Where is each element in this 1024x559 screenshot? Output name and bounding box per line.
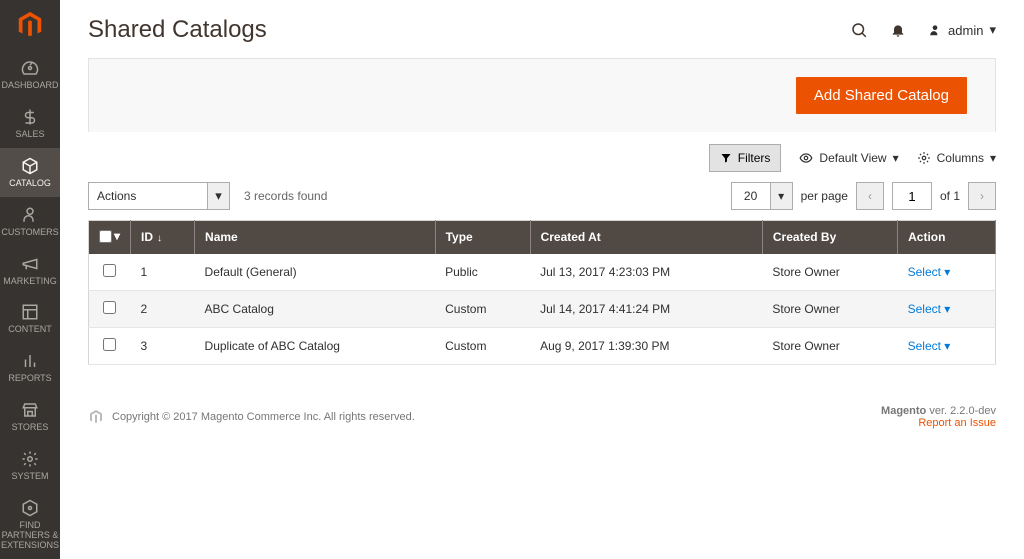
person-icon: [20, 205, 40, 225]
cell-id: 3: [131, 327, 195, 364]
layout-icon: [20, 302, 40, 322]
gear-icon: [20, 449, 40, 469]
chevron-down-icon: ▾: [989, 22, 996, 38]
nav-stores[interactable]: STORES: [0, 392, 60, 441]
cell-created-by: Store Owner: [762, 290, 897, 327]
bulk-actions-toggle[interactable]: ▾: [208, 182, 230, 210]
dollar-icon: [20, 107, 40, 127]
nav-reports[interactable]: REPORTS: [0, 343, 60, 392]
records-found: 3 records found: [244, 189, 327, 203]
nav-content[interactable]: CONTENT: [0, 294, 60, 343]
nav-marketing[interactable]: MARKETING: [0, 246, 60, 295]
prev-page-button[interactable]: ‹: [856, 182, 884, 210]
shared-catalogs-grid: ▾ ID↓ Name Type Created At Created By Ac…: [88, 220, 996, 365]
cell-name: Default (General): [195, 254, 436, 291]
chevron-down-icon[interactable]: ▾: [114, 229, 120, 243]
row-action-select[interactable]: Select ▾: [908, 302, 951, 316]
sort-desc-icon: ↓: [157, 233, 162, 244]
next-page-button[interactable]: ›: [968, 182, 996, 210]
notifications-icon[interactable]: [890, 22, 906, 38]
table-row[interactable]: 1 Default (General) Public Jul 13, 2017 …: [89, 254, 996, 291]
cell-id: 1: [131, 254, 195, 291]
total-pages-label: of 1: [940, 189, 960, 203]
cell-created-at: Jul 13, 2017 4:23:03 PM: [530, 254, 762, 291]
cell-type: Custom: [435, 290, 530, 327]
cell-created-by: Store Owner: [762, 327, 897, 364]
user-icon: [928, 23, 942, 37]
cube-icon: [20, 156, 40, 176]
cell-created-by: Store Owner: [762, 254, 897, 291]
megaphone-icon: [20, 254, 40, 274]
copyright-text: Copyright © 2017 Magento Commerce Inc. A…: [112, 411, 415, 423]
per-page-label: per page: [801, 189, 848, 203]
cell-created-at: Jul 14, 2017 4:41:24 PM: [530, 290, 762, 327]
nav-customers[interactable]: CUSTOMERS: [0, 197, 60, 246]
col-id[interactable]: ID↓: [131, 221, 195, 254]
row-checkbox[interactable]: [103, 264, 116, 277]
col-type[interactable]: Type: [435, 221, 530, 254]
add-shared-catalog-button[interactable]: Add Shared Catalog: [796, 77, 967, 114]
nav-sales[interactable]: SALES: [0, 99, 60, 148]
cell-name: Duplicate of ABC Catalog: [195, 327, 436, 364]
nav-catalog[interactable]: CATALOG: [0, 148, 60, 197]
filters-button[interactable]: Filters: [709, 144, 782, 172]
cell-created-at: Aug 9, 2017 1:39:30 PM: [530, 327, 762, 364]
magento-logo[interactable]: [0, 0, 60, 50]
row-checkbox[interactable]: [103, 338, 116, 351]
report-issue-link[interactable]: Report an Issue: [918, 417, 996, 429]
cell-type: Public: [435, 254, 530, 291]
current-page-input[interactable]: [892, 182, 932, 210]
nav-dashboard[interactable]: DASHBOARD: [0, 50, 60, 99]
gauge-icon: [20, 58, 40, 78]
chevron-down-icon: ▾: [990, 151, 996, 165]
table-row[interactable]: 3 Duplicate of ABC Catalog Custom Aug 9,…: [89, 327, 996, 364]
cell-id: 2: [131, 290, 195, 327]
cell-name: ABC Catalog: [195, 290, 436, 327]
storefront-icon: [20, 400, 40, 420]
bar-chart-icon: [20, 351, 40, 371]
nav-system[interactable]: SYSTEM: [0, 441, 60, 490]
chevron-down-icon: ▾: [893, 151, 899, 165]
col-created-by[interactable]: Created By: [762, 221, 897, 254]
select-all-checkbox[interactable]: [99, 230, 112, 243]
admin-sidenav: DASHBOARD SALES CATALOG CUSTOMERS MARKET…: [0, 0, 60, 559]
page-title: Shared Catalogs: [88, 16, 267, 44]
table-row[interactable]: 2 ABC Catalog Custom Jul 14, 2017 4:41:2…: [89, 290, 996, 327]
page-size-toggle[interactable]: ▾: [771, 182, 793, 210]
row-action-select[interactable]: Select ▾: [908, 339, 951, 353]
search-icon[interactable]: [850, 21, 868, 39]
gear-icon: [917, 151, 931, 165]
col-action: Action: [898, 221, 996, 254]
puzzle-icon: [20, 498, 40, 518]
eye-icon: [799, 151, 813, 165]
funnel-icon: [720, 152, 732, 164]
version-label: Magento: [881, 405, 926, 417]
col-name[interactable]: Name: [195, 221, 436, 254]
row-action-select[interactable]: Select ▾: [908, 265, 951, 279]
user-menu[interactable]: admin ▾: [928, 22, 996, 38]
col-created-at[interactable]: Created At: [530, 221, 762, 254]
bulk-actions-select[interactable]: Actions: [88, 182, 208, 210]
cell-type: Custom: [435, 327, 530, 364]
version-text: ver. 2.2.0-dev: [926, 405, 996, 417]
magento-logo-icon: [88, 409, 104, 425]
user-name: admin: [948, 23, 983, 38]
default-view-button[interactable]: Default View ▾: [799, 151, 898, 165]
nav-partners[interactable]: FIND PARTNERS & EXTENSIONS: [0, 490, 60, 559]
page-size-select[interactable]: 20: [731, 182, 771, 210]
columns-button[interactable]: Columns ▾: [917, 151, 996, 165]
row-checkbox[interactable]: [103, 301, 116, 314]
